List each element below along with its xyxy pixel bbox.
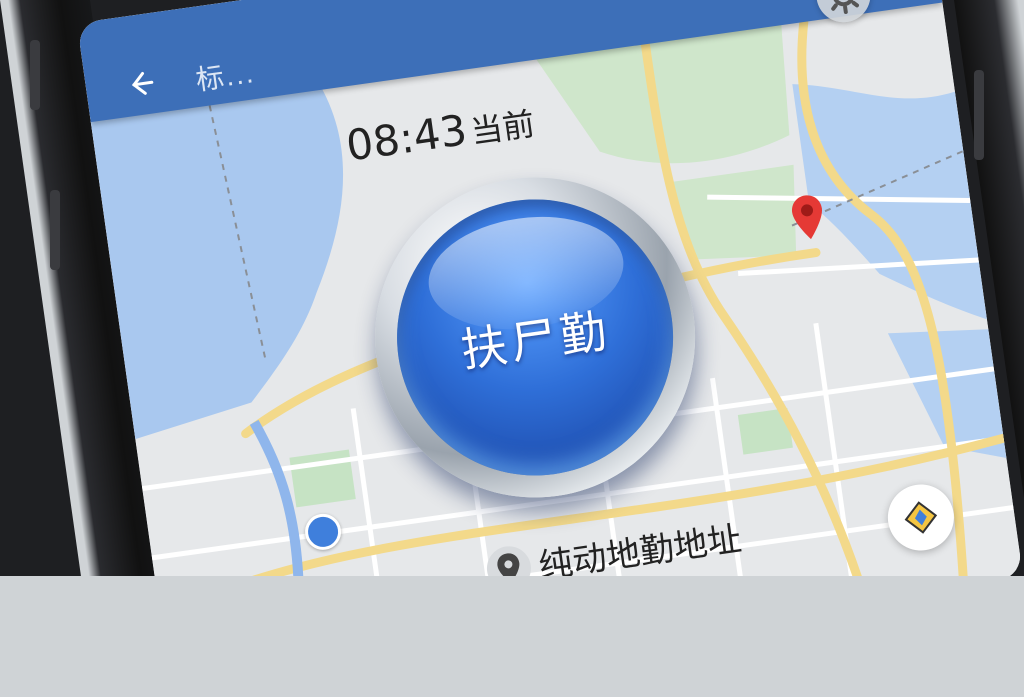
power-button (974, 70, 984, 160)
app-screen: 标... 08:43当前 扶尸勤 纯动地勤地址 (76, 0, 1024, 576)
volume-button (50, 190, 60, 270)
back-arrow-icon[interactable] (124, 67, 158, 101)
navigation-icon (904, 501, 938, 534)
volume-button (30, 40, 40, 110)
page-title: 标... (193, 57, 257, 96)
location-pin-icon (484, 542, 534, 576)
time-suffix: 当前 (468, 104, 537, 152)
map-marker-red-icon[interactable] (788, 191, 829, 248)
checkin-button-face[interactable]: 扶尸勤 (379, 181, 691, 494)
phone-frame: 标... 08:43当前 扶尸勤 纯动地勤地址 (0, 0, 1024, 576)
